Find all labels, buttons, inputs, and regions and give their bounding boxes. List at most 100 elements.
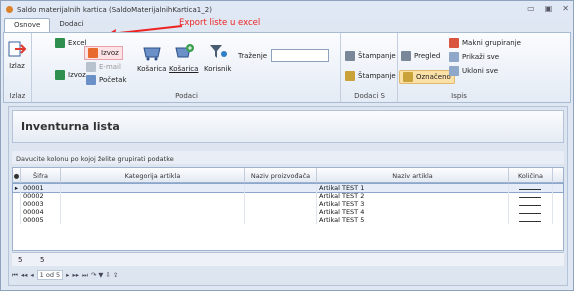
stampanje-button-1[interactable]: Štampanje: [345, 51, 396, 61]
excel-button[interactable]: Excel: [55, 38, 87, 48]
app-window: Saldo materijalnih kartica (SaldoMaterij…: [0, 0, 574, 291]
row-indicator: ▸: [13, 184, 21, 192]
cell-sifra[interactable]: 00003: [21, 200, 61, 208]
cell-naziv[interactable]: Artikal TEST 2: [317, 192, 509, 200]
kosarica-button-1[interactable]: Košarica: [137, 42, 166, 73]
minimize-icon[interactable]: ▭: [527, 4, 535, 13]
cell-naziv[interactable]: Artikal TEST 4: [317, 208, 509, 216]
stampanje-label-1: Štampanje: [358, 52, 396, 60]
column-header-sifra[interactable]: Šifra: [21, 168, 61, 183]
row-indicator: [13, 200, 21, 208]
cell-kategorija[interactable]: [61, 208, 245, 216]
table-row[interactable]: 00003 Artikal TEST 3: [13, 200, 563, 208]
show-all-icon: [449, 52, 459, 62]
cell-sifra[interactable]: 00005: [21, 216, 61, 224]
table-row[interactable]: 00005 Artikal TEST 5: [13, 216, 563, 224]
cell-sifra[interactable]: 00004: [21, 208, 61, 216]
page-indicator: 1 od 5: [36, 270, 64, 280]
cell-proizvodjac[interactable]: [245, 216, 317, 224]
table-row[interactable]: 00002 Artikal TEST 2: [13, 192, 563, 200]
quantity-input-line: [519, 189, 541, 190]
korisnik-button[interactable]: Korisnik: [204, 42, 231, 73]
tab-osnove[interactable]: Osnove: [4, 18, 51, 32]
cell-sifra[interactable]: 00002: [21, 192, 61, 200]
cell-naziv[interactable]: Artikal TEST 5: [317, 216, 509, 224]
cell-sifra[interactable]: 00001: [21, 184, 61, 192]
first-record-icon[interactable]: ⏮: [12, 271, 18, 280]
prev-record-icon[interactable]: ◂: [30, 271, 33, 279]
group-podaci: Excel Izvoz Izvoz E-mail Početak Košaric…: [33, 33, 341, 102]
cell-naziv[interactable]: Artikal TEST 3: [317, 200, 509, 208]
pocetak-label: Početak: [99, 76, 127, 84]
ungroup-icon: [449, 38, 459, 48]
ribbon-tabs: Osnove Dodaci: [4, 18, 93, 32]
data-grid: ● Šifra Kategorija artikla Naziv proizvo…: [12, 167, 564, 251]
kosarica-button-2[interactable]: Košarica: [169, 42, 198, 73]
cell-proizvodjac[interactable]: [245, 184, 317, 192]
cell-kolicina[interactable]: [509, 216, 553, 224]
group-by-area[interactable]: Davucite kolonu po kojoj želite grupirat…: [12, 151, 564, 164]
group-label-podaci: Podaci: [175, 92, 198, 100]
izvoz-small-label: Izvoz: [68, 71, 86, 79]
group-dodaci: Štampanje Štampanje Dodaci S: [342, 33, 398, 102]
oznaceno-button[interactable]: Označeno: [399, 70, 455, 84]
izvoz-small-button[interactable]: Izvoz: [55, 70, 86, 80]
group-label-ispis: Ispis: [451, 92, 467, 100]
cell-kolicina[interactable]: [509, 184, 553, 192]
pregled-button[interactable]: Pregled: [401, 51, 440, 61]
prev-page-icon[interactable]: ◂◂: [21, 271, 28, 279]
izlaz-button[interactable]: Izlaz: [7, 39, 27, 70]
cell-kategorija[interactable]: [61, 216, 245, 224]
pocetak-button[interactable]: Početak: [86, 75, 127, 85]
column-header-kolicina[interactable]: Količina: [509, 168, 553, 183]
printer-icon: [345, 51, 355, 61]
navigator-tools-icon[interactable]: ↷ ▼ ⇩ ⇪: [91, 271, 119, 279]
table-row[interactable]: ▸ 00001 Artikal TEST 1: [12, 183, 564, 193]
row-indicator: [13, 192, 21, 200]
cell-kolicina[interactable]: [509, 200, 553, 208]
cell-naziv[interactable]: Artikal TEST 1: [317, 184, 509, 192]
maximize-icon[interactable]: ▣: [545, 4, 553, 13]
stampanje-button-2[interactable]: Štampanje: [345, 71, 396, 81]
cell-kategorija[interactable]: [61, 184, 245, 192]
table-row[interactable]: 00004 Artikal TEST 4: [13, 208, 563, 216]
cell-kolicina[interactable]: [509, 192, 553, 200]
content-panel: Inventurna lista Davucite kolonu po kojo…: [8, 106, 568, 286]
makni-grupiranje-button[interactable]: Makni grupiranje: [449, 38, 521, 48]
prikazi-sve-button[interactable]: Prikaži sve: [449, 52, 499, 62]
footer-count-1: 5: [18, 256, 23, 264]
cell-kolicina[interactable]: [509, 208, 553, 216]
next-record-icon[interactable]: ▸: [66, 271, 69, 279]
grid-header: ● Šifra Kategorija artikla Naziv proizvo…: [13, 168, 563, 183]
makni-label: Makni grupiranje: [462, 39, 521, 47]
column-header-naziv[interactable]: Naziv artikla: [317, 168, 509, 183]
ukloni-sve-button[interactable]: Ukloni sve: [449, 66, 498, 76]
izvoz-button[interactable]: Izvoz: [84, 46, 123, 60]
cell-proizvodjac[interactable]: [245, 200, 317, 208]
last-record-icon[interactable]: ⏭: [82, 271, 88, 280]
page-title: Inventurna lista: [21, 120, 120, 133]
email-button[interactable]: E-mail: [86, 62, 121, 72]
column-header-kategorija[interactable]: Kategorija artikla: [61, 168, 245, 183]
remove-all-icon: [449, 66, 459, 76]
group-label-izlaz: Izlaz: [9, 92, 26, 100]
row-indicator: [13, 216, 21, 224]
column-header-proizvodjac[interactable]: Naziv proizvođača: [245, 168, 317, 183]
export-file-icon: [88, 48, 98, 58]
app-icon: [6, 6, 13, 13]
search-input[interactable]: [271, 49, 329, 62]
cell-proizvodjac[interactable]: [245, 208, 317, 216]
user-filter-icon: [209, 45, 227, 58]
cell-kategorija[interactable]: [61, 200, 245, 208]
row-indicator-header: ●: [13, 168, 21, 183]
tab-dodaci[interactable]: Dodaci: [50, 18, 92, 32]
izlaz-label: Izlaz: [9, 62, 25, 70]
pregled-label: Pregled: [414, 52, 441, 60]
cell-kategorija[interactable]: [61, 192, 245, 200]
trazenje-label: Traženje: [238, 52, 268, 60]
next-page-icon[interactable]: ▸▸: [72, 271, 79, 279]
korisnik-label: Korisnik: [204, 65, 232, 73]
printer-settings-icon: [345, 71, 355, 81]
close-icon[interactable]: ✕: [562, 4, 569, 13]
cell-proizvodjac[interactable]: [245, 192, 317, 200]
